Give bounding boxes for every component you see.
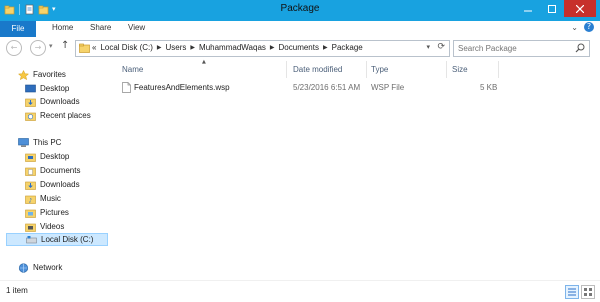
nav-label: Pictures: [40, 208, 69, 217]
title-bar: ▾ Package: [0, 0, 600, 21]
breadcrumb-documents[interactable]: Documents: [279, 43, 319, 52]
file-row[interactable]: FeaturesAndElements.wsp 5/23/2016 6:51 A…: [118, 81, 498, 95]
nav-label: Favorites: [33, 70, 66, 79]
svg-text:♪: ♪: [29, 197, 33, 204]
nav-label: This PC: [33, 138, 62, 147]
file-size: 5 KB: [480, 83, 498, 92]
search-input[interactable]: [458, 42, 566, 54]
folder-icon: [79, 43, 90, 55]
expand-ribbon-icon[interactable]: ⌄: [571, 23, 578, 32]
search-icon[interactable]: [575, 43, 585, 55]
nav-pc-documents[interactable]: Documents: [25, 164, 80, 177]
star-icon: [17, 69, 30, 80]
nav-pc-local-disk[interactable]: Local Disk (C:): [6, 233, 108, 246]
drive-icon: [26, 235, 37, 245]
chevron-right-icon[interactable]: ▶: [190, 44, 195, 51]
nav-label: Videos: [40, 222, 65, 231]
close-button[interactable]: [564, 0, 596, 17]
tab-view[interactable]: View: [128, 23, 145, 32]
tab-file[interactable]: File: [0, 21, 36, 37]
videos-icon: [25, 222, 36, 232]
nav-pc-pictures[interactable]: Pictures: [25, 206, 69, 219]
column-header-type[interactable]: Type: [371, 65, 388, 74]
breadcrumb-overflow[interactable]: «: [92, 43, 96, 52]
column-divider[interactable]: [498, 61, 499, 78]
nav-favorites[interactable]: Favorites: [17, 68, 66, 81]
nav-label: Desktop: [40, 84, 70, 93]
file-icon: [122, 82, 131, 95]
window-controls: [516, 0, 596, 17]
navigation-pane: Favorites Desktop Downloads Recent place…: [0, 59, 110, 281]
file-date-modified: 5/23/2016 6:51 AM: [293, 83, 361, 92]
window-title: Package: [280, 3, 320, 14]
desktop-icon: [25, 84, 36, 94]
breadcrumb-package[interactable]: Package: [332, 43, 363, 52]
nav-label: Documents: [40, 166, 81, 175]
column-divider[interactable]: [446, 61, 447, 78]
music-icon: ♪: [25, 194, 36, 204]
nav-label: Music: [40, 194, 61, 203]
column-divider[interactable]: [286, 61, 287, 78]
nav-pc-videos[interactable]: Videos: [25, 220, 64, 233]
recent-places-icon: [25, 111, 36, 121]
column-header-size[interactable]: Size: [452, 65, 468, 74]
up-button[interactable]: ↑: [61, 40, 69, 51]
downloads-icon: [25, 97, 36, 107]
help-icon[interactable]: ?: [584, 22, 594, 32]
breadcrumb: « Local Disk (C:) ▶ Users ▶ MuhammadWaqa…: [92, 43, 367, 52]
recent-locations-icon[interactable]: ▾: [49, 42, 53, 50]
documents-icon: [25, 166, 36, 176]
navigation-bar: ← → ▾ ↑ « Local Disk (C:) ▶ Users ▶ Muha…: [0, 37, 600, 59]
downloads-icon: [25, 180, 36, 190]
nav-this-pc[interactable]: This PC: [18, 136, 61, 149]
nav-favorites-recent-places[interactable]: Recent places: [25, 109, 91, 122]
nav-network[interactable]: Network: [18, 261, 62, 274]
pictures-icon: [25, 208, 36, 218]
desktop-folder-icon: [25, 152, 36, 162]
file-type: WSP File: [371, 83, 405, 92]
large-icons-view-button[interactable]: [581, 285, 595, 299]
details-view-button[interactable]: [565, 285, 579, 299]
chevron-right-icon[interactable]: ▶: [157, 44, 162, 51]
forward-button[interactable]: →: [30, 40, 46, 56]
computer-icon: [18, 137, 29, 148]
column-header-date-modified[interactable]: Date modified: [293, 65, 342, 74]
nav-label: Downloads: [40, 97, 80, 106]
nav-favorites-desktop[interactable]: Desktop: [25, 82, 69, 95]
nav-label: Recent places: [40, 111, 91, 120]
file-list: ▲ Name Date modified Type Size FeaturesA…: [112, 59, 600, 281]
nav-label: Desktop: [40, 152, 70, 161]
minimize-button[interactable]: [516, 0, 540, 17]
tab-share[interactable]: Share: [90, 23, 111, 32]
nav-label: Network: [33, 263, 63, 272]
column-header-name[interactable]: Name: [122, 65, 143, 74]
explorer-window: ▾ Package File Home Share View ⌄ ? ← → ▾…: [0, 0, 600, 302]
refresh-icon[interactable]: ⟳: [437, 42, 445, 52]
network-icon: [18, 262, 29, 273]
back-button[interactable]: ←: [6, 40, 22, 56]
breadcrumb-user[interactable]: MuhammadWaqas: [199, 43, 266, 52]
breadcrumb-local-disk[interactable]: Local Disk (C:): [100, 43, 152, 52]
chevron-right-icon[interactable]: ▶: [323, 44, 328, 51]
file-name: FeaturesAndElements.wsp: [134, 83, 230, 92]
chevron-right-icon[interactable]: ▶: [270, 44, 275, 51]
address-bar[interactable]: « Local Disk (C:) ▶ Users ▶ MuhammadWaqa…: [75, 40, 450, 57]
nav-pc-desktop[interactable]: Desktop: [25, 150, 69, 163]
nav-favorites-downloads[interactable]: Downloads: [25, 95, 80, 108]
item-count: 1 item: [6, 286, 28, 295]
tab-home[interactable]: Home: [52, 23, 73, 32]
nav-pc-downloads[interactable]: Downloads: [25, 178, 80, 191]
search-box: [453, 40, 590, 57]
sort-ascending-icon: ▲: [202, 59, 206, 65]
breadcrumb-users[interactable]: Users: [166, 43, 187, 52]
nav-label: Local Disk (C:): [41, 235, 94, 244]
address-dropdown-icon[interactable]: ▾: [426, 43, 430, 51]
nav-label: Downloads: [40, 180, 80, 189]
ribbon-tabs: File Home Share View ⌄ ?: [0, 21, 600, 38]
maximize-button[interactable]: [540, 0, 564, 17]
status-bar: 1 item: [0, 281, 600, 302]
column-divider[interactable]: [366, 61, 367, 78]
nav-pc-music[interactable]: ♪ Music: [25, 192, 61, 205]
